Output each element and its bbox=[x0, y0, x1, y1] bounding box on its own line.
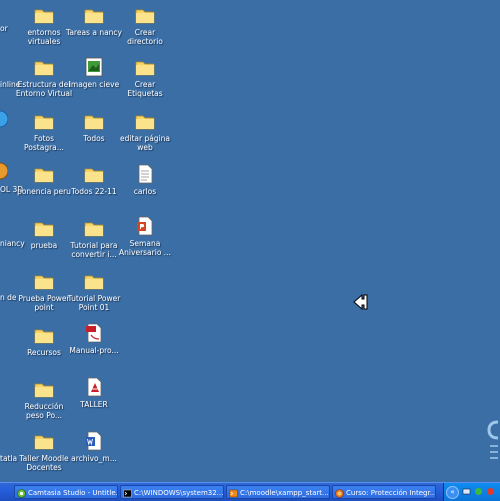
folder-icon bbox=[34, 9, 54, 24]
icon-label: Crear directorio bbox=[127, 28, 163, 46]
folder-icon bbox=[135, 61, 155, 76]
folder-icon bbox=[135, 115, 155, 130]
folder-icon bbox=[84, 9, 104, 24]
taskbar-button-camtasia[interactable]: Camtasia Studio - Untitle... bbox=[14, 485, 118, 499]
taskbar: Camtasia Studio - Untitle... C:\WINDOWS\… bbox=[0, 482, 500, 501]
folder-icon bbox=[84, 222, 104, 237]
taskbar-button-xampp[interactable]: C:\moodle\xampp_start.... bbox=[226, 485, 330, 499]
folder-icon bbox=[34, 329, 54, 344]
folder-icon bbox=[34, 61, 54, 76]
folder-icon bbox=[34, 168, 54, 183]
task-label: Camtasia Studio - Untitle... bbox=[28, 489, 118, 497]
console-icon bbox=[229, 489, 238, 497]
icon-label: Tutorial Power Point 01 bbox=[67, 294, 121, 312]
folder-icon bbox=[34, 115, 54, 130]
desktop-icon-archivo-m[interactable]: archivo_m... bbox=[63, 430, 125, 463]
taskbar-button-system32[interactable]: C:\WINDOWS\system32... bbox=[120, 485, 224, 499]
folder-icon bbox=[84, 115, 104, 130]
task-label: Curso: Protección Integr... bbox=[346, 489, 436, 497]
browser-icon bbox=[335, 488, 344, 498]
partial-icon-label[interactable]: or bbox=[0, 24, 8, 33]
folder-icon bbox=[34, 222, 54, 237]
image-file-icon bbox=[85, 57, 103, 77]
pdf-file-icon bbox=[86, 323, 102, 343]
desktop-icon-editar-pagina-web[interactable]: editar página web bbox=[114, 110, 176, 152]
folder-icon bbox=[135, 9, 155, 24]
icon-label: Manual-pro... bbox=[69, 346, 119, 355]
icon-label: Semana Aniversario ... bbox=[119, 239, 171, 257]
icon-label: Crear Etiquetas bbox=[127, 80, 163, 98]
folder-icon bbox=[84, 168, 104, 183]
folder-icon bbox=[34, 275, 54, 290]
mouse-cursor-icon bbox=[353, 293, 368, 311]
taller-app-icon bbox=[87, 377, 102, 397]
tray-expand-button[interactable]: « bbox=[446, 486, 459, 499]
task-label: C:\moodle\xampp_start.... bbox=[240, 489, 330, 497]
icon-label: carlos bbox=[133, 187, 157, 196]
icon-label: editar página web bbox=[119, 134, 170, 152]
desktop-icon-manual-pro[interactable]: Manual-pro... bbox=[63, 322, 125, 355]
partial-app-icon[interactable] bbox=[0, 162, 8, 180]
folder-icon bbox=[84, 275, 104, 290]
desktop-icon-taller[interactable]: TALLER bbox=[63, 376, 125, 409]
console-icon bbox=[123, 489, 132, 497]
partial-globe-icon[interactable] bbox=[0, 110, 8, 128]
camtasia-icon bbox=[17, 488, 26, 498]
system-tray: « bbox=[443, 483, 500, 501]
icon-label: TALLER bbox=[80, 400, 108, 409]
icon-label: archivo_m... bbox=[71, 454, 117, 463]
taskbar-button-curso[interactable]: Curso: Protección Integr... bbox=[332, 485, 436, 499]
text-file-icon bbox=[138, 164, 153, 184]
desktop-icon-carlos[interactable]: carlos bbox=[114, 163, 176, 196]
network-tray-icon[interactable] bbox=[462, 487, 471, 496]
powerpoint-file-icon bbox=[137, 216, 153, 236]
desktop: or inline OL 3D niancy n de tatla entorn… bbox=[0, 0, 500, 482]
word-file-icon bbox=[86, 431, 102, 451]
task-label: C:\WINDOWS\system32... bbox=[134, 489, 224, 497]
folder-icon bbox=[34, 383, 54, 398]
green-tray-icon[interactable] bbox=[474, 487, 483, 496]
desktop-icon-tutorial-power-point[interactable]: Tutorial Power Point 01 bbox=[63, 270, 125, 312]
folder-icon bbox=[34, 435, 54, 450]
desktop-icon-crear-etiquetas[interactable]: Crear Etiquetas bbox=[114, 56, 176, 98]
desktop-icon-semana-aniversario[interactable]: Semana Aniversario ... bbox=[114, 215, 176, 257]
desktop-icon-crear-directorio[interactable]: Crear directorio bbox=[114, 4, 176, 46]
red-tray-icon[interactable] bbox=[486, 487, 495, 496]
watermark-logo-icon bbox=[487, 420, 499, 459]
